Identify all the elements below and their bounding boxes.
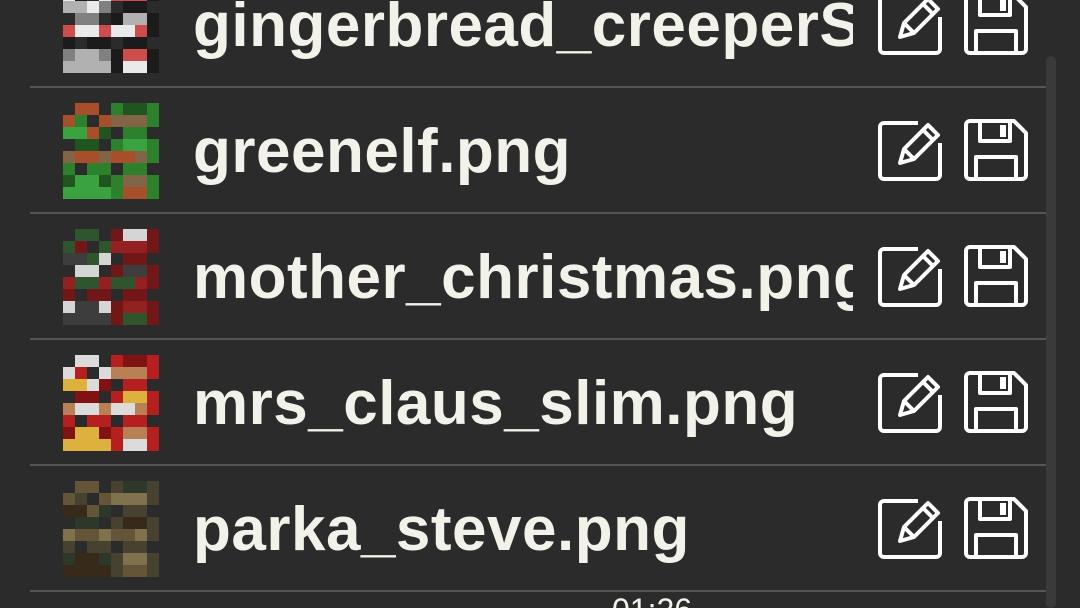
skin-thumbnail	[63, 481, 159, 577]
save-icon[interactable]	[964, 119, 1030, 183]
save-icon[interactable]	[964, 0, 1030, 57]
skin-thumbnail	[63, 103, 159, 199]
file-row[interactable]: gingerbread_creeperS..	[0, 0, 1080, 88]
file-name: parka_steve.png	[193, 495, 690, 564]
skin-thumbnail	[63, 229, 159, 325]
status-bar-time: 01:26	[612, 590, 692, 608]
file-row[interactable]: greenelf.png	[0, 88, 1080, 214]
skin-thumbnail	[63, 0, 159, 73]
edit-icon[interactable]	[878, 371, 944, 435]
skin-file-list-screen: gingerbread_creeperS.. greenelf.png moth…	[0, 0, 1080, 608]
file-name: mother_christmas.png	[193, 243, 853, 312]
row-divider	[30, 590, 1050, 592]
file-row[interactable]: mother_christmas.png	[0, 214, 1080, 340]
edit-icon[interactable]	[878, 245, 944, 309]
file-row[interactable]: mrs_claus_slim.png	[0, 340, 1080, 466]
file-list: gingerbread_creeperS.. greenelf.png moth…	[0, 0, 1080, 592]
save-icon[interactable]	[964, 245, 1030, 309]
edit-icon[interactable]	[878, 497, 944, 561]
save-icon[interactable]	[964, 371, 1030, 435]
save-icon[interactable]	[964, 497, 1030, 561]
file-name: gingerbread_creeperS..	[193, 0, 853, 60]
scrollbar[interactable]	[1046, 56, 1056, 608]
file-name: mrs_claus_slim.png	[193, 369, 799, 438]
edit-icon[interactable]	[878, 0, 944, 57]
edit-icon[interactable]	[878, 119, 944, 183]
file-row[interactable]: parka_steve.png	[0, 466, 1080, 592]
file-name: greenelf.png	[193, 117, 572, 186]
skin-thumbnail	[63, 355, 159, 451]
